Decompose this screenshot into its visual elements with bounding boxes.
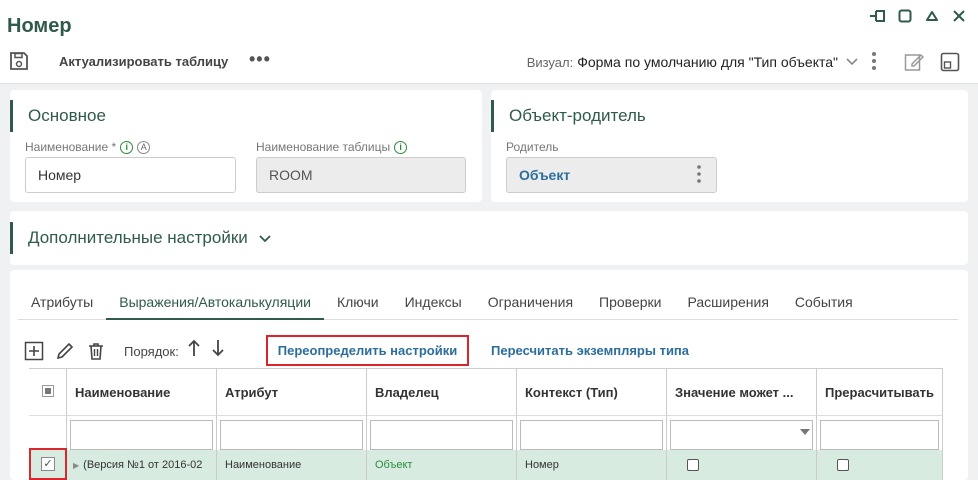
move-up-icon[interactable] xyxy=(187,338,201,364)
recalc-instances-button[interactable]: Пересчитать экземпляры типа xyxy=(491,343,689,358)
expand-arrow-icon[interactable]: ▶ xyxy=(73,461,79,470)
filter-nullable-dropdown[interactable] xyxy=(667,416,817,452)
select-all-checkbox[interactable] xyxy=(29,369,67,416)
parent-value: Объект xyxy=(519,167,571,183)
top-bar: Номер Актуализировать таблицу ••• Визуал… xyxy=(0,0,978,84)
grid-filter-row xyxy=(29,416,943,452)
main-panel-title: Основное xyxy=(10,100,106,132)
window-controls xyxy=(869,7,968,25)
name-input[interactable]: Номер xyxy=(25,157,236,193)
expressions-grid: Наименование Атрибут Владелец Контекст (… xyxy=(29,368,943,480)
pin-icon[interactable] xyxy=(869,7,887,25)
parent-field-label: Родитель xyxy=(506,140,559,154)
chevron-down-icon xyxy=(258,228,271,247)
alias-icon[interactable]: A xyxy=(137,140,151,154)
tab-keys[interactable]: Ключи xyxy=(324,288,392,320)
column-header-owner[interactable]: Владелец xyxy=(367,369,517,416)
move-down-icon[interactable] xyxy=(211,338,225,364)
table-name-field-label: Наименование таблицы i xyxy=(256,140,408,154)
save-icon[interactable] xyxy=(9,51,29,71)
row-owner-cell[interactable]: Объект xyxy=(367,450,517,480)
row-nullable-cell[interactable] xyxy=(667,450,817,480)
name-field-label: Наименование * i A xyxy=(25,140,151,154)
row-recalc-cell[interactable] xyxy=(817,450,943,480)
row-name-cell[interactable]: ▶ (Версия №1 от 2016-02 xyxy=(67,450,217,480)
grid-toolbar: Порядок: xyxy=(24,338,235,364)
column-header-context[interactable]: Контекст (Тип) xyxy=(517,369,667,416)
column-header-name[interactable]: Наименование xyxy=(67,369,217,416)
nullable-checkbox[interactable] xyxy=(687,459,699,472)
info-icon[interactable]: i xyxy=(120,140,134,154)
row-select-checkbox[interactable]: ✓ xyxy=(41,457,55,471)
visual-selector[interactable]: Визуал: Форма по умолчанию для "Тип объе… xyxy=(527,54,858,70)
extra-settings-panel[interactable]: Дополнительные настройки xyxy=(10,211,968,265)
table-name-input: ROOM xyxy=(256,157,466,193)
parent-panel-title: Объект-родитель xyxy=(491,100,646,132)
row-attribute-cell[interactable]: Наименование xyxy=(217,450,367,480)
parent-menu-icon[interactable] xyxy=(696,164,702,184)
filter-owner[interactable] xyxy=(367,416,517,452)
main-panel: Основное Наименование * i A Номер Наимен… xyxy=(10,90,482,202)
delete-icon[interactable] xyxy=(86,341,106,361)
tab-extensions[interactable]: Расширения xyxy=(674,288,781,320)
filter-attribute[interactable] xyxy=(217,416,367,452)
column-header-recalc[interactable]: Прерасчитывать xyxy=(817,369,943,416)
edit-icon[interactable] xyxy=(55,341,75,361)
window-title: Номер xyxy=(7,15,72,37)
table-row[interactable]: ▶ (Версия №1 от 2016-02 Наименование Объе… xyxy=(29,450,943,480)
row-context-cell[interactable]: Номер xyxy=(517,450,667,480)
order-label: Порядок: xyxy=(124,343,179,359)
filter-spacer xyxy=(29,416,67,452)
info-icon[interactable]: i xyxy=(394,140,408,154)
parent-panel: Объект-родитель Родитель Объект xyxy=(491,90,968,202)
visual-label: Визуал: xyxy=(526,54,574,70)
collapse-icon[interactable] xyxy=(923,7,941,25)
column-header-nullable[interactable]: Значение может ... xyxy=(667,369,817,416)
tab-indexes[interactable]: Индексы xyxy=(392,288,475,320)
filter-recalc[interactable] xyxy=(817,416,943,452)
tab-bar: Атрибуты Выражения/Автокалькуляции Ключи… xyxy=(18,288,958,320)
maximize-icon[interactable] xyxy=(896,7,914,25)
edit-form-icon[interactable] xyxy=(904,52,925,72)
tab-attributes[interactable]: Атрибуты xyxy=(18,288,106,320)
extra-settings-title[interactable]: Дополнительные настройки xyxy=(10,222,271,254)
add-icon[interactable] xyxy=(24,341,44,361)
tab-constraints[interactable]: Ограничения xyxy=(475,288,586,320)
close-icon[interactable] xyxy=(950,7,968,25)
column-header-attribute[interactable]: Атрибут xyxy=(217,369,367,416)
grid-header-row: Наименование Атрибут Владелец Контекст (… xyxy=(29,369,943,416)
redefine-settings-button[interactable]: Переопределить настройки xyxy=(266,335,469,366)
chevron-down-icon xyxy=(846,55,858,69)
visual-menu-icon[interactable] xyxy=(870,51,878,71)
tab-expressions[interactable]: Выражения/Автокалькуляции xyxy=(106,288,324,320)
visual-value: Форма по умолчанию для "Тип объекта" xyxy=(577,54,838,70)
more-actions-icon[interactable]: ••• xyxy=(249,49,271,70)
layout-icon[interactable] xyxy=(940,52,960,72)
tab-checks[interactable]: Проверки xyxy=(586,288,674,320)
recalc-checkbox[interactable] xyxy=(837,459,849,472)
refresh-table-button[interactable]: Актуализировать таблицу xyxy=(59,54,228,69)
tab-events[interactable]: События xyxy=(782,288,866,320)
dropdown-arrow-icon xyxy=(800,429,810,435)
filter-name[interactable] xyxy=(67,416,217,452)
filter-context[interactable] xyxy=(517,416,667,452)
parent-input[interactable]: Объект xyxy=(506,157,717,193)
